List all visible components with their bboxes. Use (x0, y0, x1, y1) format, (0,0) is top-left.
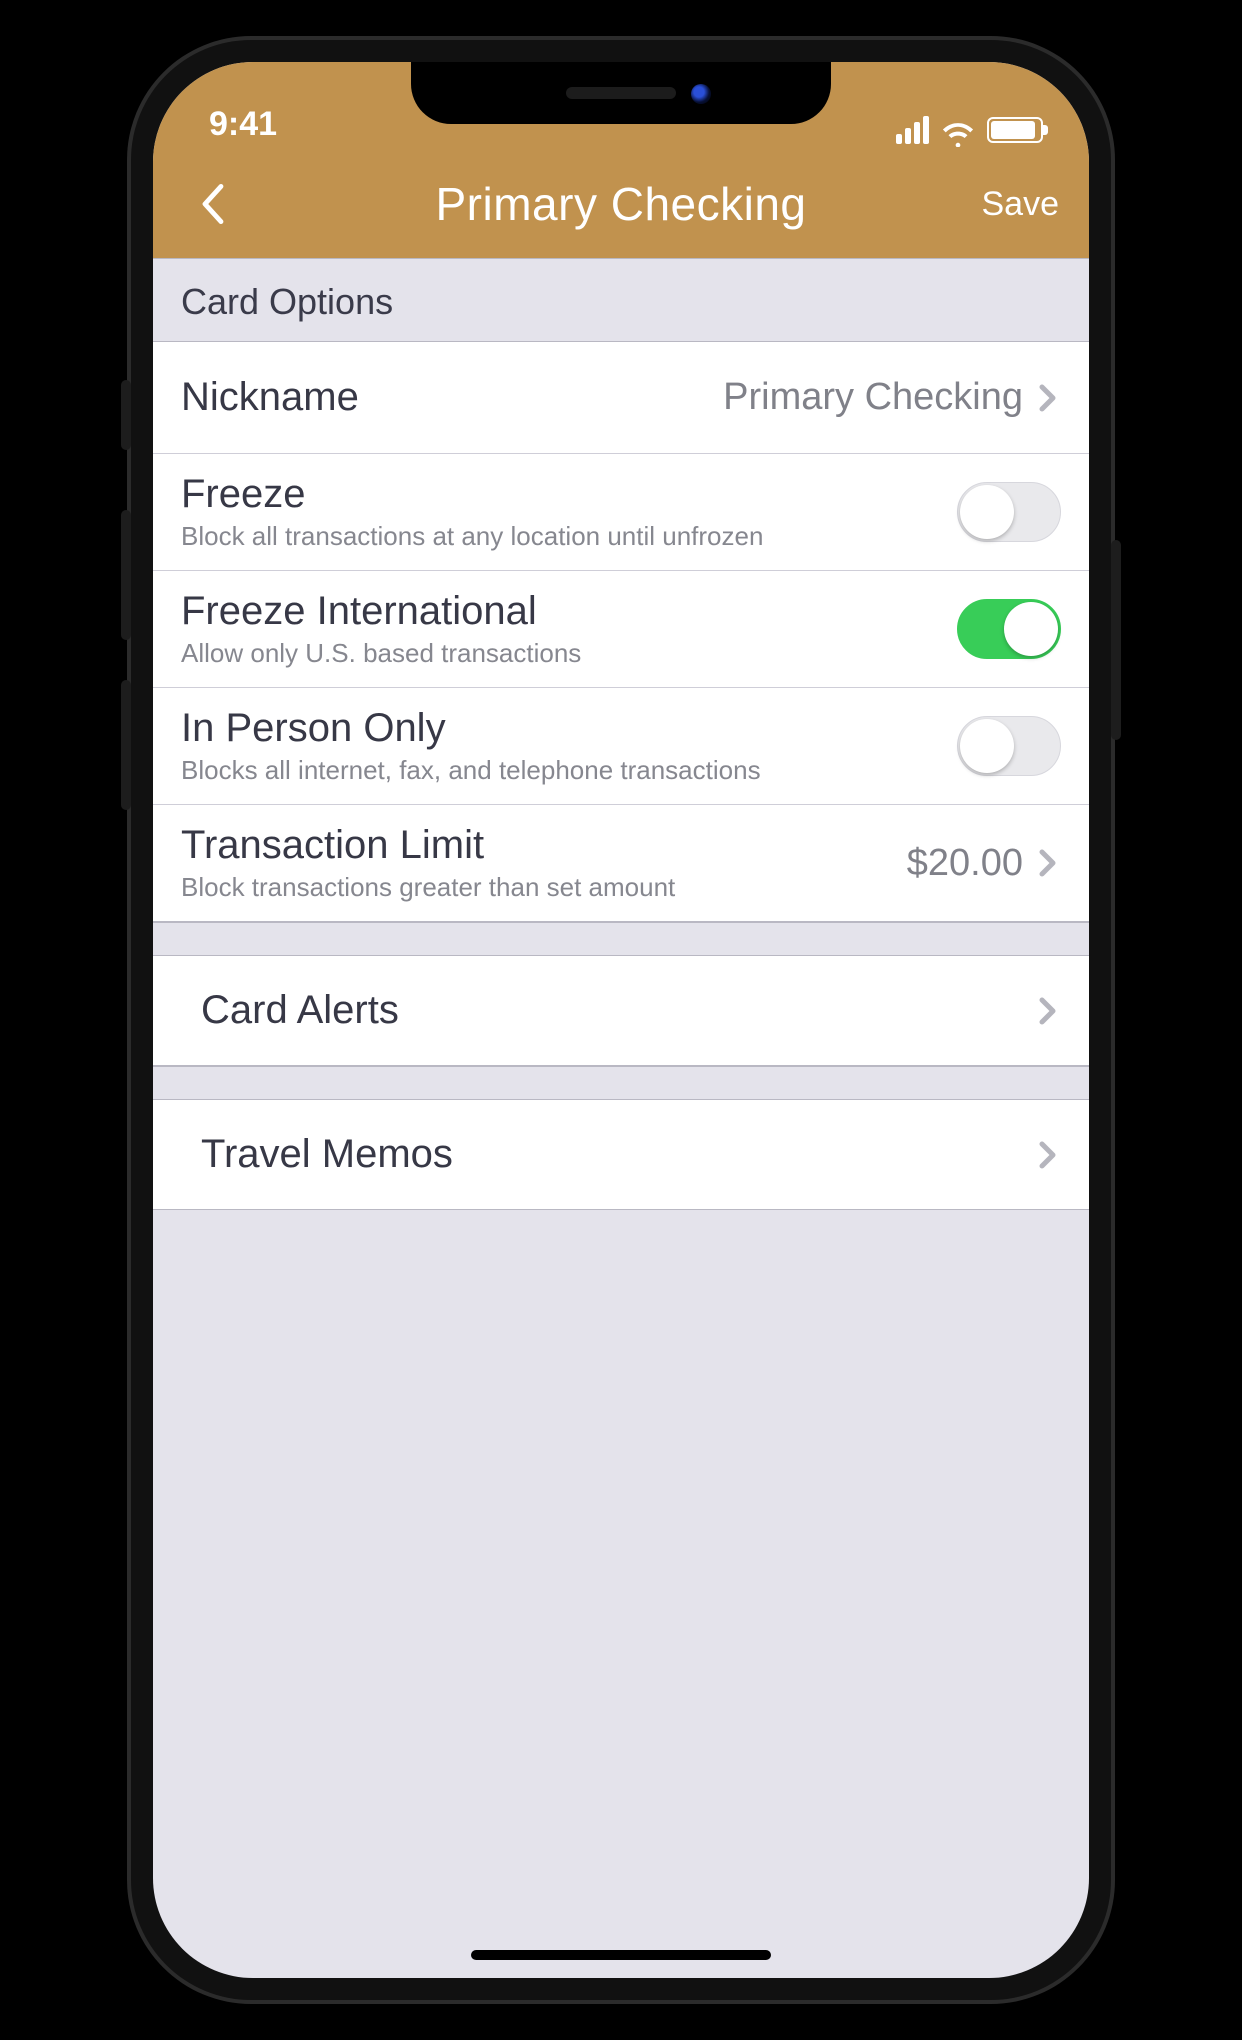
freeze-intl-sub: Allow only U.S. based transactions (181, 638, 957, 669)
section-gap (153, 922, 1089, 956)
nickname-label: Nickname (181, 375, 723, 420)
notch (411, 62, 831, 124)
nickname-value: Primary Checking (723, 376, 1023, 419)
in-person-toggle[interactable] (957, 716, 1061, 776)
front-camera (691, 84, 711, 104)
tx-limit-value: $20.00 (907, 842, 1023, 885)
freeze-sub: Block all transactions at any location u… (181, 521, 957, 552)
in-person-only-row: In Person Only Blocks all internet, fax,… (153, 688, 1089, 805)
chevron-right-icon (1033, 384, 1061, 412)
section-gap (153, 1066, 1089, 1100)
card-alerts-label: Card Alerts (201, 988, 1033, 1033)
freeze-row: Freeze Block all transactions at any loc… (153, 454, 1089, 571)
cellular-icon (896, 116, 929, 144)
status-icons (896, 116, 1043, 144)
in-person-label: In Person Only (181, 706, 957, 751)
freeze-toggle[interactable] (957, 482, 1061, 542)
chevron-right-icon (1033, 1141, 1061, 1169)
in-person-sub: Blocks all internet, fax, and telephone … (181, 755, 957, 786)
power-button (1111, 540, 1121, 740)
battery-icon (987, 117, 1043, 143)
chevron-right-icon (1033, 997, 1061, 1025)
page-title: Primary Checking (153, 177, 1089, 231)
nav-bar: Primary Checking Save (153, 150, 1089, 258)
travel-memos-label: Travel Memos (201, 1132, 1033, 1177)
freeze-intl-toggle[interactable] (957, 599, 1061, 659)
nickname-row[interactable]: Nickname Primary Checking (153, 342, 1089, 454)
travel-memos-row[interactable]: Travel Memos (153, 1100, 1089, 1210)
side-button (121, 380, 131, 450)
freeze-international-row: Freeze International Allow only U.S. bas… (153, 571, 1089, 688)
card-alerts-row[interactable]: Card Alerts (153, 956, 1089, 1066)
volume-up-button (121, 510, 131, 640)
transaction-limit-row[interactable]: Transaction Limit Block transactions gre… (153, 805, 1089, 922)
speaker-grille (566, 87, 676, 99)
status-time: 9:41 (209, 105, 369, 144)
home-indicator[interactable] (471, 1950, 771, 1960)
tx-limit-label: Transaction Limit (181, 823, 907, 868)
screen: 9:41 Primary Checking Save (153, 62, 1089, 1978)
card-options-group: Nickname Primary Checking Freeze Block a… (153, 342, 1089, 922)
wifi-icon (941, 117, 975, 143)
tx-limit-sub: Block transactions greater than set amou… (181, 872, 907, 903)
section-header-card-options: Card Options (153, 258, 1089, 342)
freeze-label: Freeze (181, 472, 957, 517)
volume-down-button (121, 680, 131, 810)
phone-frame: 9:41 Primary Checking Save (131, 40, 1111, 2000)
freeze-intl-label: Freeze International (181, 589, 957, 634)
chevron-right-icon (1033, 849, 1061, 877)
